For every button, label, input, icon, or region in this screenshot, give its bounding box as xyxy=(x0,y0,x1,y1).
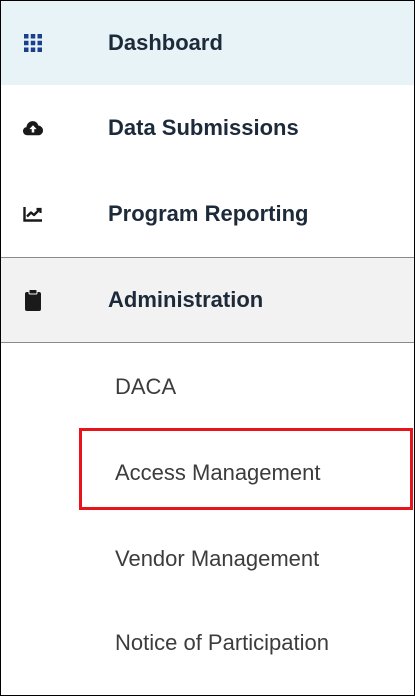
sidebar-subitem-label: Vendor Management xyxy=(115,546,320,571)
sidebar-subitem-label: Access Management xyxy=(115,460,321,485)
sidebar-item-administration[interactable]: Administration xyxy=(1,257,414,343)
sidebar-item-program-reporting[interactable]: Program Reporting xyxy=(1,171,414,257)
sidebar-item-label: Administration xyxy=(108,287,264,312)
sidebar-subitem-vendor-management[interactable]: Vendor Management xyxy=(1,534,414,584)
sidebar-nav: Dashboard Data Submissions Program Repor… xyxy=(0,0,415,696)
sidebar-subitem-daca[interactable]: DACA xyxy=(1,362,414,412)
sidebar-item-label: Dashboard xyxy=(108,30,223,55)
sidebar-item-data-submissions[interactable]: Data Submissions xyxy=(1,85,414,171)
grid-icon xyxy=(23,33,43,53)
cloud-upload-icon xyxy=(23,118,43,138)
sidebar-item-label: Data Submissions xyxy=(108,115,299,140)
sidebar-item-dashboard[interactable]: Dashboard xyxy=(1,1,414,85)
sidebar-subitem-label: Notice of Participation xyxy=(115,630,329,655)
sidebar-item-label: Program Reporting xyxy=(108,201,309,226)
sidebar-subitem-notice-of-participation[interactable]: Notice of Participation xyxy=(1,618,414,668)
chart-line-icon xyxy=(23,204,43,224)
sidebar-subitem-label: DACA xyxy=(115,374,177,399)
sidebar-subitem-access-management[interactable]: Access Management xyxy=(1,448,414,498)
clipboard-icon xyxy=(23,289,43,311)
